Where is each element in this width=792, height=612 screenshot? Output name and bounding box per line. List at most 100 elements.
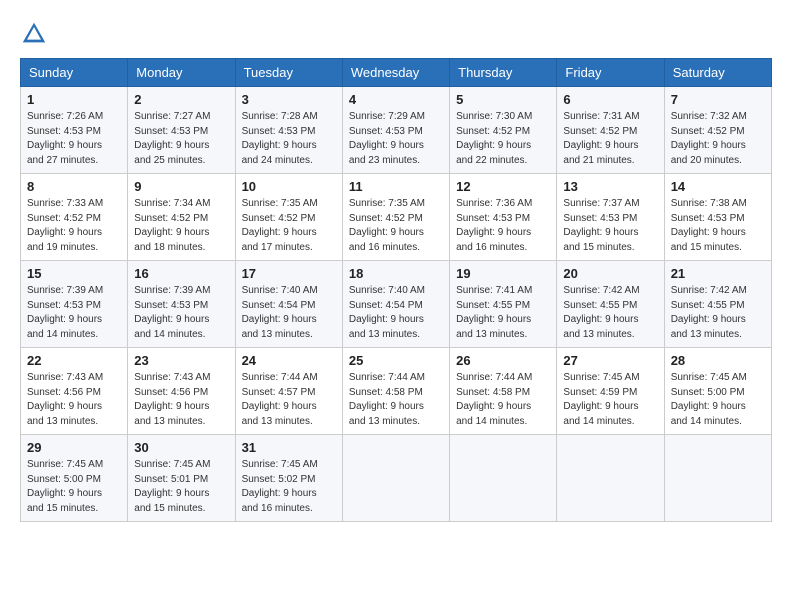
day-number: 23 bbox=[134, 353, 228, 368]
day-number: 8 bbox=[27, 179, 121, 194]
day-info: Sunrise: 7:30 AMSunset: 4:52 PMDaylight:… bbox=[456, 110, 550, 168]
day-number: 19 bbox=[456, 266, 550, 281]
calendar-cell: 18 Sunrise: 7:40 AMSunset: 4:54 PMDayligh… bbox=[342, 261, 449, 348]
page-header bbox=[20, 20, 772, 48]
calendar-week-row: 1 Sunrise: 7:26 AMSunset: 4:53 PMDaylight… bbox=[21, 87, 772, 174]
day-info: Sunrise: 7:42 AMSunset: 4:55 PMDaylight:… bbox=[563, 284, 657, 342]
day-number: 15 bbox=[27, 266, 121, 281]
calendar-week-row: 22 Sunrise: 7:43 AMSunset: 4:56 PMDayligh… bbox=[21, 348, 772, 435]
calendar-week-row: 8 Sunrise: 7:33 AMSunset: 4:52 PMDaylight… bbox=[21, 174, 772, 261]
day-number: 1 bbox=[27, 92, 121, 107]
calendar-cell: 8 Sunrise: 7:33 AMSunset: 4:52 PMDaylight… bbox=[21, 174, 128, 261]
day-number: 11 bbox=[349, 179, 443, 194]
calendar-cell bbox=[557, 435, 664, 522]
day-info: Sunrise: 7:40 AMSunset: 4:54 PMDaylight:… bbox=[349, 284, 443, 342]
calendar-cell: 4 Sunrise: 7:29 AMSunset: 4:53 PMDaylight… bbox=[342, 87, 449, 174]
weekday-header: Tuesday bbox=[235, 59, 342, 87]
calendar-cell: 23 Sunrise: 7:43 AMSunset: 4:56 PMDayligh… bbox=[128, 348, 235, 435]
day-info: Sunrise: 7:35 AMSunset: 4:52 PMDaylight:… bbox=[349, 197, 443, 255]
calendar-cell: 24 Sunrise: 7:44 AMSunset: 4:57 PMDayligh… bbox=[235, 348, 342, 435]
day-number: 9 bbox=[134, 179, 228, 194]
day-number: 28 bbox=[671, 353, 765, 368]
weekday-header: Monday bbox=[128, 59, 235, 87]
day-info: Sunrise: 7:45 AMSunset: 4:59 PMDaylight:… bbox=[563, 371, 657, 429]
calendar-cell: 10 Sunrise: 7:35 AMSunset: 4:52 PMDayligh… bbox=[235, 174, 342, 261]
calendar-cell bbox=[664, 435, 771, 522]
day-info: Sunrise: 7:29 AMSunset: 4:53 PMDaylight:… bbox=[349, 110, 443, 168]
day-number: 14 bbox=[671, 179, 765, 194]
day-number: 10 bbox=[242, 179, 336, 194]
calendar-cell: 13 Sunrise: 7:37 AMSunset: 4:53 PMDayligh… bbox=[557, 174, 664, 261]
day-number: 31 bbox=[242, 440, 336, 455]
day-info: Sunrise: 7:39 AMSunset: 4:53 PMDaylight:… bbox=[134, 284, 228, 342]
day-number: 4 bbox=[349, 92, 443, 107]
calendar-cell: 22 Sunrise: 7:43 AMSunset: 4:56 PMDayligh… bbox=[21, 348, 128, 435]
day-number: 17 bbox=[242, 266, 336, 281]
day-number: 2 bbox=[134, 92, 228, 107]
day-number: 29 bbox=[27, 440, 121, 455]
day-number: 27 bbox=[563, 353, 657, 368]
day-info: Sunrise: 7:45 AMSunset: 5:00 PMDaylight:… bbox=[27, 458, 121, 516]
calendar-week-row: 29 Sunrise: 7:45 AMSunset: 5:00 PMDayligh… bbox=[21, 435, 772, 522]
day-info: Sunrise: 7:43 AMSunset: 4:56 PMDaylight:… bbox=[27, 371, 121, 429]
calendar-week-row: 15 Sunrise: 7:39 AMSunset: 4:53 PMDayligh… bbox=[21, 261, 772, 348]
weekday-header: Sunday bbox=[21, 59, 128, 87]
day-info: Sunrise: 7:45 AMSunset: 5:00 PMDaylight:… bbox=[671, 371, 765, 429]
logo bbox=[20, 20, 52, 48]
day-number: 30 bbox=[134, 440, 228, 455]
calendar-cell: 5 Sunrise: 7:30 AMSunset: 4:52 PMDaylight… bbox=[450, 87, 557, 174]
day-info: Sunrise: 7:34 AMSunset: 4:52 PMDaylight:… bbox=[134, 197, 228, 255]
day-info: Sunrise: 7:38 AMSunset: 4:53 PMDaylight:… bbox=[671, 197, 765, 255]
day-info: Sunrise: 7:35 AMSunset: 4:52 PMDaylight:… bbox=[242, 197, 336, 255]
day-info: Sunrise: 7:36 AMSunset: 4:53 PMDaylight:… bbox=[456, 197, 550, 255]
day-info: Sunrise: 7:44 AMSunset: 4:57 PMDaylight:… bbox=[242, 371, 336, 429]
day-number: 22 bbox=[27, 353, 121, 368]
weekday-header: Wednesday bbox=[342, 59, 449, 87]
day-number: 5 bbox=[456, 92, 550, 107]
calendar-cell: 29 Sunrise: 7:45 AMSunset: 5:00 PMDayligh… bbox=[21, 435, 128, 522]
day-info: Sunrise: 7:26 AMSunset: 4:53 PMDaylight:… bbox=[27, 110, 121, 168]
day-number: 24 bbox=[242, 353, 336, 368]
day-number: 25 bbox=[349, 353, 443, 368]
day-info: Sunrise: 7:41 AMSunset: 4:55 PMDaylight:… bbox=[456, 284, 550, 342]
day-info: Sunrise: 7:40 AMSunset: 4:54 PMDaylight:… bbox=[242, 284, 336, 342]
day-info: Sunrise: 7:43 AMSunset: 4:56 PMDaylight:… bbox=[134, 371, 228, 429]
day-number: 20 bbox=[563, 266, 657, 281]
calendar-cell: 31 Sunrise: 7:45 AMSunset: 5:02 PMDayligh… bbox=[235, 435, 342, 522]
day-number: 16 bbox=[134, 266, 228, 281]
weekday-header: Friday bbox=[557, 59, 664, 87]
calendar-cell: 12 Sunrise: 7:36 AMSunset: 4:53 PMDayligh… bbox=[450, 174, 557, 261]
calendar-cell bbox=[450, 435, 557, 522]
day-number: 13 bbox=[563, 179, 657, 194]
calendar-cell: 20 Sunrise: 7:42 AMSunset: 4:55 PMDayligh… bbox=[557, 261, 664, 348]
day-number: 18 bbox=[349, 266, 443, 281]
weekday-header: Saturday bbox=[664, 59, 771, 87]
calendar-cell: 28 Sunrise: 7:45 AMSunset: 5:00 PMDayligh… bbox=[664, 348, 771, 435]
day-info: Sunrise: 7:45 AMSunset: 5:02 PMDaylight:… bbox=[242, 458, 336, 516]
calendar-cell: 19 Sunrise: 7:41 AMSunset: 4:55 PMDayligh… bbox=[450, 261, 557, 348]
calendar-cell: 6Sunrise: 7:31 AMSunset: 4:52 PMDaylight… bbox=[557, 87, 664, 174]
day-info: Sunrise: 7:44 AMSunset: 4:58 PMDaylight:… bbox=[349, 371, 443, 429]
day-info: Sunrise: 7:27 AMSunset: 4:53 PMDaylight:… bbox=[134, 110, 228, 168]
day-number: 6 bbox=[563, 92, 657, 107]
day-info: Sunrise: 7:44 AMSunset: 4:58 PMDaylight:… bbox=[456, 371, 550, 429]
calendar-cell: 21Sunrise: 7:42 AMSunset: 4:55 PMDayligh… bbox=[664, 261, 771, 348]
calendar-cell: 17 Sunrise: 7:40 AMSunset: 4:54 PMDayligh… bbox=[235, 261, 342, 348]
day-number: 7 bbox=[671, 92, 765, 107]
calendar-cell bbox=[342, 435, 449, 522]
day-number: 12 bbox=[456, 179, 550, 194]
calendar-cell: 9 Sunrise: 7:34 AMSunset: 4:52 PMDaylight… bbox=[128, 174, 235, 261]
calendar-cell: 11 Sunrise: 7:35 AMSunset: 4:52 PMDayligh… bbox=[342, 174, 449, 261]
calendar-cell: 1 Sunrise: 7:26 AMSunset: 4:53 PMDaylight… bbox=[21, 87, 128, 174]
calendar-cell: 26Sunrise: 7:44 AMSunset: 4:58 PMDayligh… bbox=[450, 348, 557, 435]
day-info: Sunrise: 7:37 AMSunset: 4:53 PMDaylight:… bbox=[563, 197, 657, 255]
day-info: Sunrise: 7:33 AMSunset: 4:52 PMDaylight:… bbox=[27, 197, 121, 255]
weekday-header: Thursday bbox=[450, 59, 557, 87]
calendar-cell: 16 Sunrise: 7:39 AMSunset: 4:53 PMDayligh… bbox=[128, 261, 235, 348]
calendar-cell: 27 Sunrise: 7:45 AMSunset: 4:59 PMDayligh… bbox=[557, 348, 664, 435]
calendar-cell: 30 Sunrise: 7:45 AMSunset: 5:01 PMDayligh… bbox=[128, 435, 235, 522]
day-info: Sunrise: 7:42 AMSunset: 4:55 PMDaylight:… bbox=[671, 284, 765, 342]
calendar-cell: 15Sunrise: 7:39 AMSunset: 4:53 PMDayligh… bbox=[21, 261, 128, 348]
day-info: Sunrise: 7:45 AMSunset: 5:01 PMDaylight:… bbox=[134, 458, 228, 516]
calendar-cell: 3Sunrise: 7:28 AMSunset: 4:53 PMDaylight… bbox=[235, 87, 342, 174]
